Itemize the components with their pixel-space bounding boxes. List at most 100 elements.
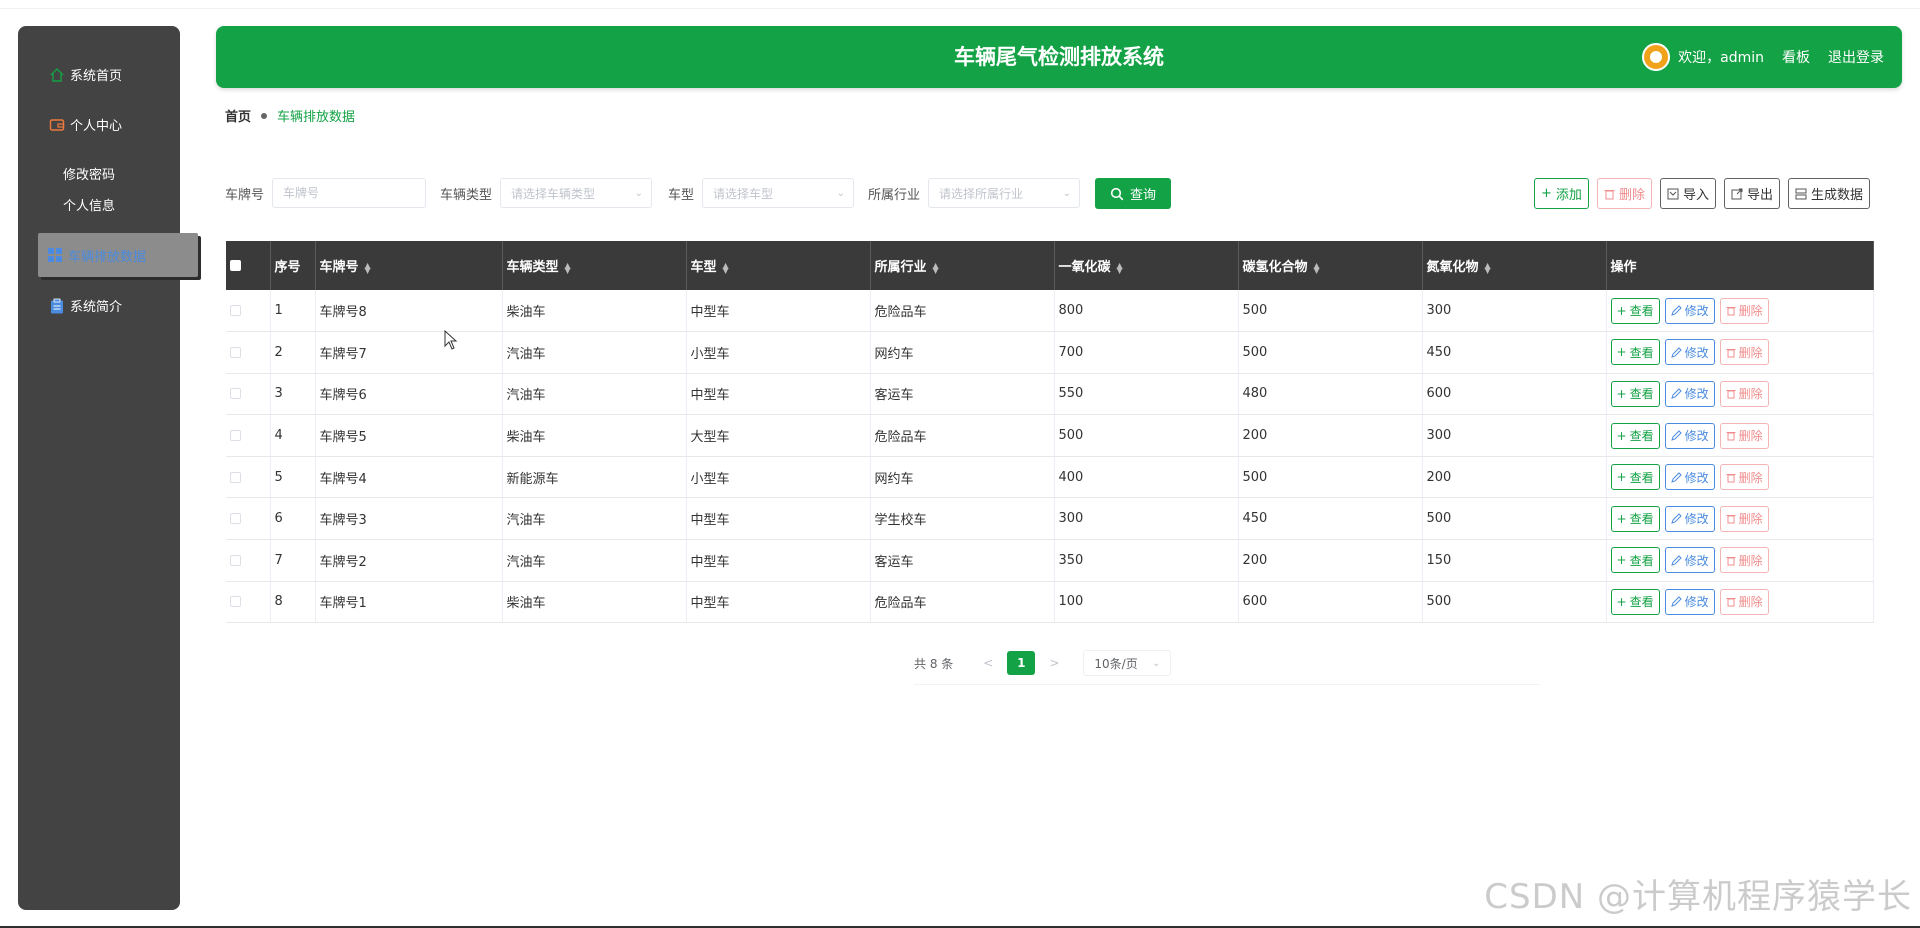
delete-row-button[interactable]: 删除 bbox=[1719, 297, 1769, 324]
edit-button[interactable]: 修改 bbox=[1664, 339, 1715, 366]
next-page-button[interactable]: > bbox=[1049, 656, 1059, 670]
board-link[interactable]: 看板 bbox=[1782, 47, 1810, 67]
view-button[interactable]: + 查看 bbox=[1610, 380, 1660, 407]
sidebar-item-change-password[interactable]: 修改密码 bbox=[63, 164, 115, 183]
generate-data-button[interactable]: 生成数据 bbox=[1787, 178, 1870, 209]
edit-button[interactable]: 修改 bbox=[1664, 422, 1715, 449]
breadcrumb: 首页 车辆排放数据 bbox=[225, 106, 355, 125]
view-button[interactable]: + 查看 bbox=[1610, 422, 1660, 449]
prev-page-button[interactable]: < bbox=[983, 656, 993, 670]
row-checkbox[interactable] bbox=[230, 430, 241, 442]
delete-button[interactable]: 删除 bbox=[1596, 178, 1652, 209]
industry-label: 所属行业 bbox=[868, 187, 921, 203]
delete-row-button[interactable]: 删除 bbox=[1719, 339, 1769, 366]
cell-co: 100 bbox=[1054, 581, 1239, 624]
view-button[interactable]: + 查看 bbox=[1610, 588, 1660, 615]
row-checkbox[interactable] bbox=[230, 346, 241, 358]
sidebar-item-home[interactable]: 系统首页 bbox=[48, 65, 122, 84]
view-button[interactable]: + 查看 bbox=[1610, 339, 1660, 366]
delete-row-button[interactable]: 删除 bbox=[1719, 588, 1769, 615]
chevron-down-icon: ⌄ bbox=[634, 187, 644, 199]
cell-vehicle-type: 柴油车 bbox=[502, 290, 687, 333]
page-size-select[interactable]: 10条/页 ⌄ bbox=[1083, 650, 1172, 676]
edit-label: 修改 bbox=[1684, 304, 1709, 319]
edit-button[interactable]: 修改 bbox=[1664, 464, 1715, 491]
cell-co: 500 bbox=[1054, 414, 1239, 457]
page-1-button[interactable]: 1 bbox=[1007, 651, 1036, 675]
select-all-checkbox[interactable] bbox=[230, 260, 241, 271]
delete-row-button[interactable]: 删除 bbox=[1719, 505, 1769, 532]
col-model-label: 车型 bbox=[690, 260, 717, 275]
view-button[interactable]: + 查看 bbox=[1610, 505, 1660, 532]
cell-actions: + 查看 修改 删除 bbox=[1606, 331, 1874, 374]
trash-icon bbox=[1726, 347, 1736, 358]
add-button[interactable]: + 添加 bbox=[1534, 178, 1589, 209]
cell-vehicle-type: 汽油车 bbox=[502, 331, 687, 374]
trash-icon bbox=[1726, 430, 1736, 441]
col-plate[interactable]: 车牌号 ▲ ▼ bbox=[315, 241, 503, 290]
logout-link[interactable]: 退出登录 bbox=[1828, 47, 1884, 67]
row-checkbox[interactable] bbox=[230, 305, 241, 317]
edit-button[interactable]: 修改 bbox=[1664, 505, 1715, 532]
plus-icon: + bbox=[1616, 594, 1627, 609]
row-checkbox[interactable] bbox=[230, 388, 241, 400]
col-hc[interactable]: 碳氢化合物 ▲ ▼ bbox=[1238, 241, 1423, 290]
edit-label: 修改 bbox=[1684, 470, 1709, 485]
row-checkbox[interactable] bbox=[230, 513, 241, 525]
edit-button[interactable]: 修改 bbox=[1664, 547, 1715, 574]
sidebar-item-personal-center[interactable]: 个人中心 bbox=[48, 115, 122, 134]
export-button[interactable]: 导出 bbox=[1723, 178, 1780, 209]
edit-button[interactable]: 修改 bbox=[1664, 380, 1715, 407]
table-row: 7 车牌号2 汽油车 中型车 客运车 350 200 150 + 查看 修改 删除 bbox=[226, 539, 1874, 582]
cell-actions: + 查看 修改 删除 bbox=[1606, 290, 1874, 333]
plus-icon: + bbox=[1616, 386, 1627, 401]
delete-row-button[interactable]: 删除 bbox=[1719, 547, 1769, 574]
col-model[interactable]: 车型 ▲ ▼ bbox=[686, 241, 871, 290]
view-label: 查看 bbox=[1629, 595, 1654, 610]
vehicle-type-placeholder: 请选择车辆类型 bbox=[511, 186, 596, 201]
sidebar-item-label: 系统简介 bbox=[70, 300, 123, 315]
breadcrumb-home[interactable]: 首页 bbox=[225, 106, 251, 125]
col-industry[interactable]: 所属行业 ▲ ▼ bbox=[870, 241, 1055, 290]
edit-button[interactable]: 修改 bbox=[1664, 588, 1715, 615]
col-nox[interactable]: 氮氧化物 ▲ ▼ bbox=[1422, 241, 1607, 290]
industry-select[interactable]: 请选择所属行业 ⌄ bbox=[928, 178, 1081, 208]
import-button[interactable]: 导入 bbox=[1659, 178, 1716, 209]
cell-co: 400 bbox=[1054, 456, 1239, 499]
view-label: 查看 bbox=[1629, 553, 1654, 568]
row-checkbox[interactable] bbox=[230, 596, 241, 608]
view-button[interactable]: + 查看 bbox=[1610, 297, 1660, 324]
cell-vehicle-type: 汽油车 bbox=[502, 497, 687, 541]
view-button[interactable]: + 查看 bbox=[1610, 547, 1660, 574]
col-co[interactable]: 一氧化碳 ▲ ▼ bbox=[1054, 241, 1239, 290]
row-checkbox[interactable] bbox=[230, 471, 241, 483]
view-button[interactable]: + 查看 bbox=[1610, 464, 1660, 491]
model-select[interactable]: 请选择车型 ⌄ bbox=[702, 178, 855, 208]
row-checkbox[interactable] bbox=[230, 554, 241, 566]
table-row: 6 车牌号3 汽油车 中型车 学生校车 300 450 500 + 查看 修改 删… bbox=[226, 497, 1874, 541]
cell-co: 550 bbox=[1054, 373, 1239, 416]
edit-label: 修改 bbox=[1684, 553, 1709, 568]
search-icon bbox=[1110, 187, 1124, 201]
sort-icon: ▲ ▼ bbox=[1484, 260, 1491, 275]
cell-actions: + 查看 修改 删除 bbox=[1606, 456, 1874, 499]
delete-row-button[interactable]: 删除 bbox=[1719, 464, 1769, 491]
cell-nox: 200 bbox=[1422, 456, 1607, 499]
vehicle-type-select[interactable]: 请选择车辆类型 ⌄ bbox=[500, 178, 653, 208]
view-label: 查看 bbox=[1629, 345, 1654, 360]
plate-input[interactable] bbox=[283, 186, 418, 200]
sidebar-item-system-intro[interactable]: 系统简介 bbox=[48, 296, 122, 315]
cell-nox: 600 bbox=[1422, 373, 1607, 416]
col-vehicle-type[interactable]: 车辆类型 ▲ ▼ bbox=[502, 241, 687, 290]
query-button[interactable]: 查询 bbox=[1095, 178, 1171, 209]
sidebar-item-emission-data[interactable]: 车辆排放数据 bbox=[38, 233, 198, 277]
sort-icon: ▲ ▼ bbox=[722, 260, 729, 275]
edit-button[interactable]: 修改 bbox=[1664, 297, 1715, 324]
edit-label: 修改 bbox=[1684, 387, 1709, 402]
cell-model: 中型车 bbox=[686, 497, 871, 541]
mouse-cursor-icon bbox=[444, 330, 458, 350]
view-label: 查看 bbox=[1629, 512, 1654, 527]
sidebar-item-personal-info[interactable]: 个人信息 bbox=[63, 195, 115, 214]
delete-row-button[interactable]: 删除 bbox=[1719, 380, 1769, 407]
delete-row-button[interactable]: 删除 bbox=[1719, 422, 1769, 449]
